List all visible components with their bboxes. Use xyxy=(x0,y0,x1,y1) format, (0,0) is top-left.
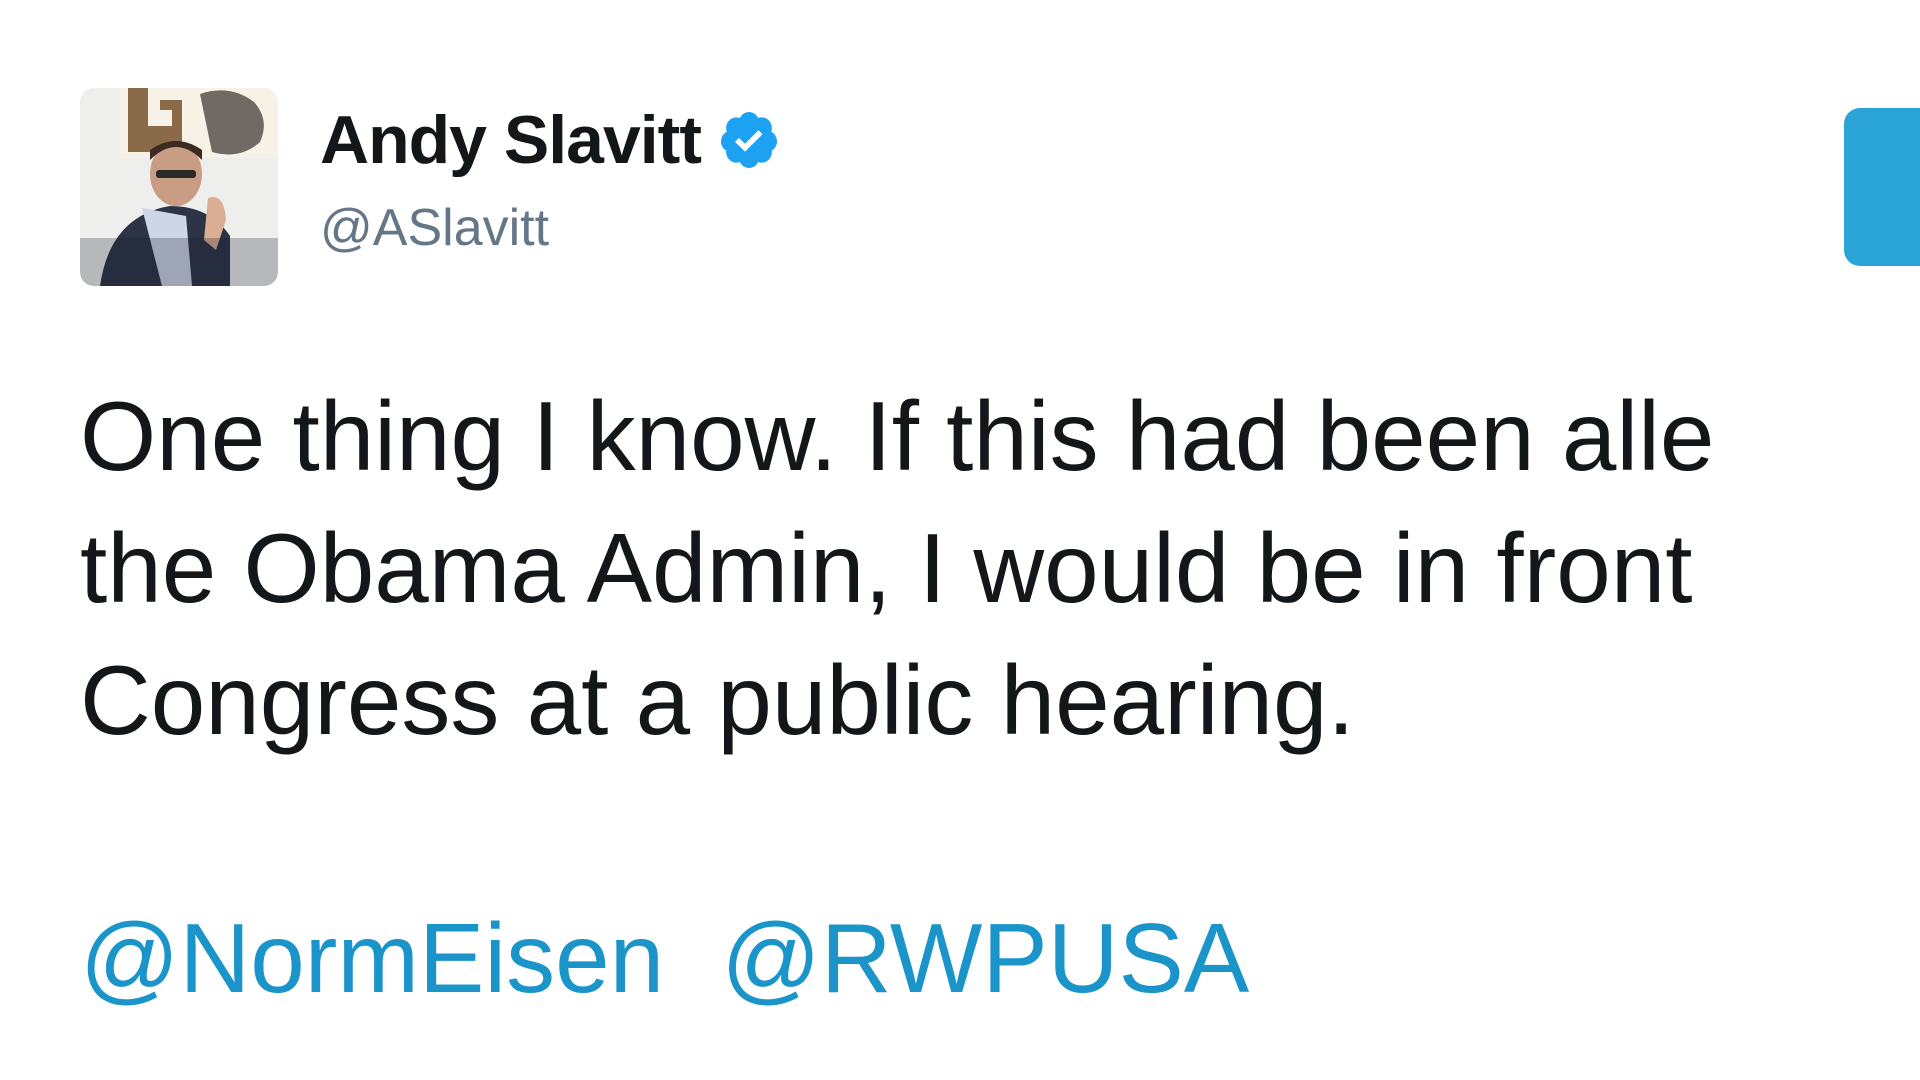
tweet-text-line: Congress at a public hearing. xyxy=(80,645,1355,755)
tweet-text: One thing I know. If this had been alle … xyxy=(80,370,1920,766)
tweet-text-line: One thing I know. If this had been alle xyxy=(80,381,1715,491)
tweet-text-line: the Obama Admin, I would be in front xyxy=(80,513,1693,623)
tweet-mentions: @NormEisen @RWPUSA xyxy=(80,892,1249,1024)
mention-link-normeisen[interactable]: @NormEisen xyxy=(80,903,664,1013)
author-avatar[interactable] xyxy=(80,88,278,286)
author-name-row: Andy Slavitt xyxy=(320,100,781,180)
mention-link-rwpusa[interactable]: @RWPUSA xyxy=(721,903,1249,1013)
author-display-name[interactable]: Andy Slavitt xyxy=(320,101,702,179)
follow-button[interactable] xyxy=(1844,108,1920,266)
avatar-photo-icon xyxy=(80,88,278,286)
verified-badge-icon xyxy=(717,108,781,172)
author-handle[interactable]: @ASlavitt xyxy=(320,198,549,258)
tweet-card: Andy Slavitt @ASlavitt One thing I know.… xyxy=(0,0,1920,1080)
